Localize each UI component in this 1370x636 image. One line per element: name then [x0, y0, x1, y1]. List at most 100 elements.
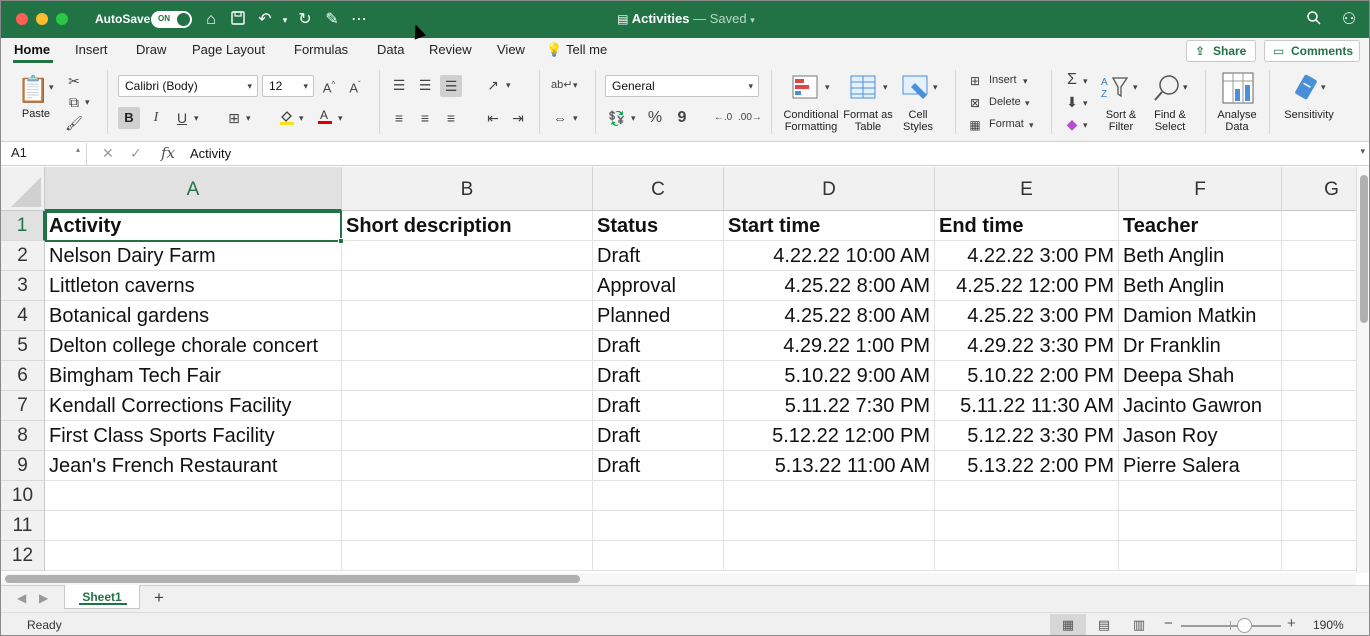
grow-font-icon[interactable]: A^ — [319, 76, 339, 97]
row-header-11[interactable]: 11 — [1, 511, 45, 541]
find-select-label[interactable]: Find & Select — [1149, 109, 1191, 133]
row-header-10[interactable]: 10 — [1, 481, 45, 511]
cancel-entry-icon[interactable]: ✕ — [102, 145, 114, 162]
cell-f1[interactable]: Teacher — [1119, 211, 1282, 241]
page-layout-view-button[interactable]: ▤ — [1086, 614, 1122, 635]
cell-c7[interactable]: Draft — [593, 391, 724, 421]
column-header-d[interactable]: D — [724, 167, 935, 211]
number-format-select[interactable]: General ▾ — [605, 75, 759, 97]
vertical-scrollbar[interactable] — [1356, 167, 1369, 573]
sort-filter-icon[interactable]: AZ — [1101, 73, 1131, 103]
cell-c12[interactable] — [593, 541, 724, 571]
column-header-a[interactable]: A — [45, 167, 342, 211]
sensitivity-icon[interactable] — [1291, 72, 1321, 102]
percent-button[interactable]: % — [645, 109, 665, 127]
cell-a1[interactable]: Activity — [45, 211, 342, 241]
cell-c4[interactable]: Planned — [593, 301, 724, 331]
underline-dropdown-icon[interactable]: ▾ — [194, 109, 199, 127]
cell-b7[interactable] — [342, 391, 593, 421]
formula-input[interactable]: Activity — [190, 146, 231, 161]
currency-dropdown-icon[interactable]: ▾ — [631, 109, 636, 127]
cell-a3[interactable]: Littleton caverns — [45, 271, 342, 301]
wrap-text-icon[interactable]: ab↵ — [551, 76, 572, 94]
fill-icon[interactable]: ⬇ — [1063, 93, 1081, 111]
cell-d3[interactable]: 4.25.22 8:00 AM — [724, 271, 935, 301]
conditional-formatting-icon[interactable] — [791, 73, 821, 103]
cell-a9[interactable]: Jean's French Restaurant — [45, 451, 342, 481]
row-header-12[interactable]: 12 — [1, 541, 45, 571]
cell-g11[interactable] — [1282, 511, 1356, 541]
cell-e9[interactable]: 5.13.22 2:00 PM — [935, 451, 1119, 481]
cell-e12[interactable] — [935, 541, 1119, 571]
select-all-button[interactable] — [1, 167, 45, 211]
delete-cells-icon[interactable]: ⊠ — [967, 94, 983, 112]
find-select-dropdown-icon[interactable]: ▾ — [1183, 78, 1188, 96]
expand-formula-bar-icon[interactable]: ▾ — [1360, 146, 1365, 157]
align-middle-icon[interactable]: ☰ — [416, 76, 434, 94]
analyse-data-icon[interactable] — [1221, 71, 1255, 105]
cell-e3[interactable]: 4.25.22 12:00 PM — [935, 271, 1119, 301]
borders-icon[interactable]: ⊞ — [225, 109, 243, 127]
cell-d11[interactable] — [724, 511, 935, 541]
row-header-1[interactable]: 1 — [1, 211, 45, 241]
font-name-select[interactable]: Calibri (Body) ▾ — [118, 75, 258, 97]
font-color-icon[interactable]: A — [316, 107, 334, 129]
search-icon[interactable] — [1304, 10, 1324, 30]
edit-icon[interactable]: ✎ — [322, 10, 342, 30]
cell-b5[interactable] — [342, 331, 593, 361]
cell-c1[interactable]: Status — [593, 211, 724, 241]
increase-indent-icon[interactable]: ⇥ — [509, 109, 527, 127]
currency-icon[interactable]: 💱 — [607, 109, 627, 127]
zoom-slider-knob[interactable] — [1237, 618, 1252, 633]
cell-b9[interactable] — [342, 451, 593, 481]
cell-c8[interactable]: Draft — [593, 421, 724, 451]
cell-g7[interactable] — [1282, 391, 1356, 421]
italic-button[interactable]: I — [147, 109, 165, 127]
zoom-slider-track[interactable] — [1181, 625, 1281, 627]
column-header-g[interactable]: G — [1282, 167, 1356, 211]
cell-a7[interactable]: Kendall Corrections Facility — [45, 391, 342, 421]
more-icon[interactable]: ⋯ — [349, 10, 369, 30]
cell-b11[interactable] — [342, 511, 593, 541]
cell-g3[interactable] — [1282, 271, 1356, 301]
cell-d10[interactable] — [724, 481, 935, 511]
row-header-2[interactable]: 2 — [1, 241, 45, 271]
insert-cells-label[interactable]: Insert — [989, 74, 1017, 86]
cell-g6[interactable] — [1282, 361, 1356, 391]
cell-g8[interactable] — [1282, 421, 1356, 451]
cell-b2[interactable] — [342, 241, 593, 271]
cell-g12[interactable] — [1282, 541, 1356, 571]
cell-e7[interactable]: 5.11.22 11:30 AM — [935, 391, 1119, 421]
home-icon[interactable]: ⌂ — [201, 10, 221, 30]
format-cells-icon[interactable]: ▦ — [967, 116, 983, 134]
insert-function-button[interactable]: fx — [161, 144, 175, 162]
cell-c9[interactable]: Draft — [593, 451, 724, 481]
format-dropdown-icon[interactable]: ▾ — [1029, 116, 1034, 134]
font-size-select[interactable]: 12 ▾ — [262, 75, 314, 97]
cell-g5[interactable] — [1282, 331, 1356, 361]
cell-b4[interactable] — [342, 301, 593, 331]
column-header-f[interactable]: F — [1119, 167, 1282, 211]
cell-e5[interactable]: 4.29.22 3:30 PM — [935, 331, 1119, 361]
cell-e4[interactable]: 4.25.22 3:00 PM — [935, 301, 1119, 331]
cell-g2[interactable] — [1282, 241, 1356, 271]
cell-d12[interactable] — [724, 541, 935, 571]
row-header-4[interactable]: 4 — [1, 301, 45, 331]
tab-page-layout[interactable]: Page Layout — [192, 42, 265, 57]
cut-icon[interactable]: ✂ — [65, 72, 83, 90]
cell-c6[interactable]: Draft — [593, 361, 724, 391]
cell-g1[interactable] — [1282, 211, 1356, 241]
wrap-dropdown-icon[interactable]: ▾ — [573, 76, 578, 94]
cell-e1[interactable]: End time — [935, 211, 1119, 241]
cell-b8[interactable] — [342, 421, 593, 451]
worksheet-grid[interactable]: A B C D E F G 1 Activity Short description Status S… — [1, 167, 1356, 573]
cell-f10[interactable] — [1119, 481, 1282, 511]
column-header-c[interactable]: C — [593, 167, 724, 211]
bold-button[interactable]: B — [118, 107, 140, 129]
align-right-icon[interactable]: ≡ — [442, 109, 460, 127]
cell-d7[interactable]: 5.11.22 7:30 PM — [724, 391, 935, 421]
find-select-icon[interactable] — [1153, 73, 1183, 103]
cell-f4[interactable]: Damion Matkin — [1119, 301, 1282, 331]
align-left-icon[interactable]: ≡ — [390, 109, 408, 127]
row-header-6[interactable]: 6 — [1, 361, 45, 391]
